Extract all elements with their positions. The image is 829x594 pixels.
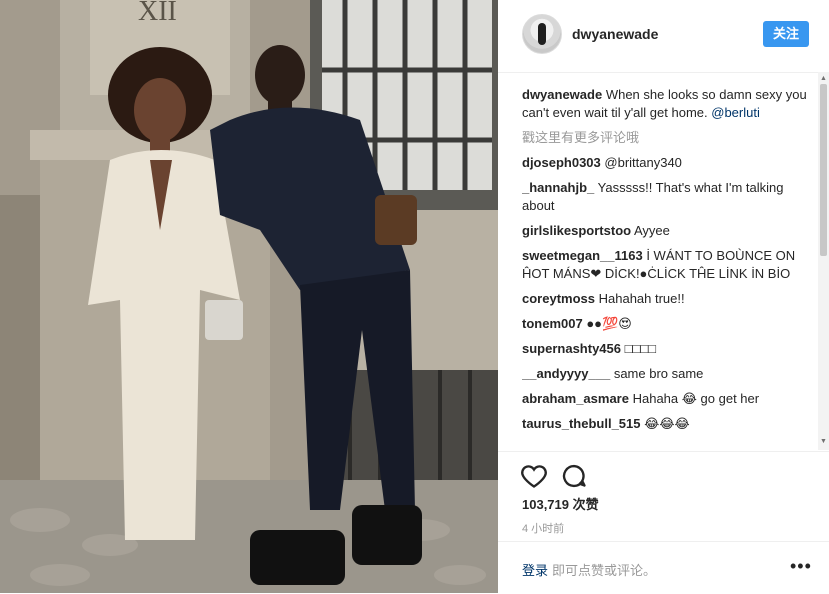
avatar[interactable] (522, 14, 562, 54)
comment-username[interactable]: supernashty456 (522, 341, 621, 356)
load-more-comments-link[interactable]: 戳这里有更多评论哦 (522, 129, 807, 147)
comment-username[interactable]: abraham_asmare (522, 391, 629, 406)
caption-mention[interactable]: @berluti (711, 105, 760, 120)
photo-sign-text: XII (138, 0, 177, 27)
post-actions: 103,719 次赞 4 小时前 (498, 451, 829, 542)
comment-bubble-icon[interactable] (560, 462, 590, 492)
login-link[interactable]: 登录 (522, 563, 548, 578)
post-photo: XII (0, 0, 498, 593)
comment-row: coreytmoss Hahahah true!! (522, 290, 807, 308)
comments-list: dwyanewade When she looks so damn sexy y… (522, 86, 807, 450)
comment-text: ●●💯😍 (586, 316, 632, 331)
comment-text: @brittany340 (604, 155, 682, 170)
comment-row: taurus_thebull_515 😂😂😂 (522, 415, 807, 433)
scrollbar-up-arrow-icon[interactable]: ▲ (818, 74, 829, 84)
login-prompt: 登录 即可点赞或评论。 (522, 560, 656, 579)
post-header: dwyanewade 关注 (498, 0, 829, 73)
more-options-icon[interactable]: ••• (790, 556, 812, 577)
like-heart-icon[interactable] (520, 462, 550, 492)
caption-username[interactable]: dwyanewade (522, 87, 602, 102)
header-username[interactable]: dwyanewade (572, 26, 658, 42)
comment-text: Hahahah true!! (598, 291, 685, 306)
comment-username[interactable]: sweetmegan__1163 (522, 248, 643, 263)
comment-username[interactable]: _hannahjb_ (522, 180, 594, 195)
comment-row: djoseph0303 @brittany340 (522, 154, 807, 172)
scrollbar-down-arrow-icon[interactable]: ▼ (818, 437, 829, 447)
photo-scene (0, 0, 498, 593)
comment-text: Hahaha 😂 go get her (632, 391, 760, 406)
comment-row: girlslikesportstoo Ayyee (522, 222, 807, 240)
comment-container: djoseph0303 @brittany340 _hannahjb_ Yasss… (522, 154, 807, 433)
comment-text: Ayyee (633, 223, 670, 238)
like-count[interactable]: 103,719 次赞 (522, 494, 599, 513)
caption: dwyanewade When she looks so damn sexy y… (522, 86, 807, 122)
comment-username[interactable]: djoseph0303 (522, 155, 601, 170)
comment-text: 😂😂😂 (644, 416, 690, 431)
comment-username[interactable]: coreytmoss (522, 291, 595, 306)
comment-username[interactable]: taurus_thebull_515 (522, 416, 641, 431)
comment-row: __andyyyy___ same bro same (522, 365, 807, 383)
comment-row: supernashty456 □□□□ (522, 340, 807, 358)
comment-row: _hannahjb_ Yasssss!! That's what I'm tal… (522, 179, 807, 215)
comment-row: tonem007 ●●💯😍 (522, 315, 807, 333)
login-prompt-text: 即可点赞或评论。 (552, 563, 657, 578)
post-footer: 登录 即可点赞或评论。 ••• (498, 541, 829, 594)
comment-text: same bro same (613, 366, 704, 381)
comment-username[interactable]: girlslikesportstoo (522, 223, 631, 238)
post-side-panel: dwyanewade 关注 dwyanewade When she looks … (498, 0, 829, 593)
comment-row: sweetmegan__1163 İ WÁNT TO BOÙNCE ON ĤOT… (522, 247, 807, 283)
comment-username[interactable]: __andyyyy___ (522, 366, 610, 381)
follow-button[interactable]: 关注 (763, 21, 809, 47)
scrollbar-thumb[interactable] (820, 84, 827, 256)
comment-row: abraham_asmare Hahaha 😂 go get her (522, 390, 807, 408)
comment-username[interactable]: tonem007 (522, 316, 583, 331)
comment-text: □□□□ (624, 341, 657, 356)
post-timestamp: 4 小时前 (522, 523, 565, 535)
